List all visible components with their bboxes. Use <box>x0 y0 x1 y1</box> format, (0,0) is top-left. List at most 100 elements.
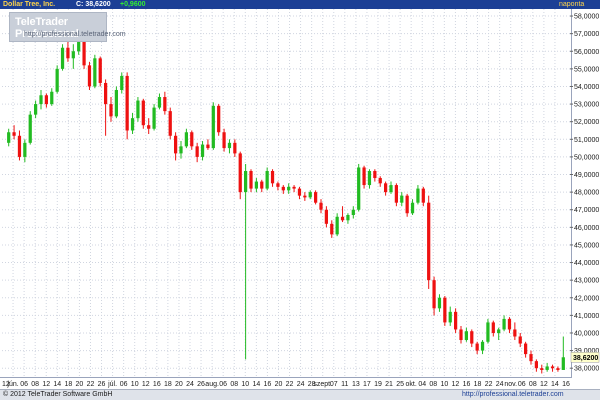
x-tick-label: 10 <box>241 381 249 388</box>
y-tick-label: 50,0000 <box>574 154 599 161</box>
candle-body <box>281 186 285 191</box>
candle-body <box>270 170 275 184</box>
candle-body <box>534 361 538 369</box>
footer-link[interactable]: http://professional.teletrader.com <box>462 390 564 400</box>
candle-body <box>190 132 194 147</box>
candle-body <box>459 329 463 341</box>
x-tick-label: 16 <box>562 381 570 388</box>
x-tick-label: 25 <box>396 381 404 388</box>
y-tick-label: 48,0000 <box>574 190 599 197</box>
candle-body <box>432 280 436 309</box>
last-price-label: 38,6200 <box>573 355 598 362</box>
x-tick-label: 18 <box>474 381 482 388</box>
x-tick-label: 14 <box>53 381 61 388</box>
candle-body <box>346 215 350 221</box>
candle-body <box>125 75 129 131</box>
x-tick-label: 20 <box>275 381 283 388</box>
y-tick-label: 45,0000 <box>574 242 599 249</box>
candle-body <box>308 192 312 198</box>
candle-body <box>545 366 549 370</box>
candle-body <box>17 135 22 157</box>
x-tick-label: 24 <box>496 381 504 388</box>
candle-body <box>174 135 178 154</box>
x-tick-label: 06 <box>120 381 128 388</box>
candle-body <box>561 357 565 370</box>
candle-body <box>60 47 65 69</box>
candle-body <box>448 311 452 323</box>
candle-body <box>211 105 215 149</box>
candlestick-chart[interactable]: 38,000039,000040,000041,000042,000043,00… <box>0 0 600 400</box>
candle-body <box>136 100 140 119</box>
x-tick-label: 24 <box>186 381 194 388</box>
x-tick-label: 22 <box>286 381 294 388</box>
candle-body <box>276 183 280 187</box>
y-tick-label: 53,0000 <box>574 102 599 109</box>
candle-body <box>330 223 334 235</box>
y-tick-label: 51,0000 <box>574 137 599 144</box>
candle-body <box>518 336 522 344</box>
candle-body <box>287 186 291 191</box>
plot-area[interactable]: 38,0000 39,0000 40,0000 41,0000 42,0000 43,00… <box>0 9 599 388</box>
candle-body <box>373 170 377 179</box>
y-tick-label: 55,0000 <box>574 66 599 73</box>
candle-body <box>405 195 409 214</box>
candle-body <box>163 97 167 112</box>
candle-body <box>238 153 242 193</box>
x-tick-label: júl. <box>107 381 117 388</box>
y-tick-label: 47,0000 <box>574 207 599 214</box>
candle-body <box>7 132 11 143</box>
y-axis: 38,000039,000040,000041,000042,000043,00… <box>570 14 599 373</box>
x-tick-label: 18 <box>64 381 72 388</box>
candle-body <box>443 297 447 323</box>
candle-body <box>524 343 528 355</box>
x-tick-label: 22 <box>485 381 493 388</box>
candle-body <box>357 167 361 210</box>
x-tick-label: 16 <box>153 381 161 388</box>
candle-body <box>454 311 458 330</box>
candle-body <box>265 170 269 189</box>
candle-body <box>109 104 113 117</box>
candle-body <box>200 144 205 157</box>
candle-body <box>12 132 16 136</box>
y-tick-label: 43,0000 <box>574 278 599 285</box>
candle-body <box>437 297 442 309</box>
x-tick-label: 10 <box>131 381 139 388</box>
candle-body <box>464 331 468 341</box>
candle-body <box>394 185 398 203</box>
x-tick-label: jún. <box>6 381 18 388</box>
candle-body <box>141 100 145 126</box>
footer-bar: © 2012 TeleTrader Software GmbH http://p… <box>0 389 600 400</box>
x-tick-label: 12 <box>540 381 548 388</box>
candle-body <box>556 368 560 370</box>
y-tick-label: 42,0000 <box>574 295 599 302</box>
x-axis: 12jún. 06 08 12 14 18 20 22 26 júl. 06 10 12 16 18 20 24… <box>2 381 570 388</box>
y-tick-label: 49,0000 <box>574 172 599 179</box>
candle-body <box>34 104 38 115</box>
x-tick-label: 16 <box>463 381 471 388</box>
y-tick-label: 56,0000 <box>574 49 599 56</box>
candles-group <box>7 33 565 374</box>
candle-body <box>44 95 48 105</box>
candle-body <box>340 216 345 221</box>
x-tick-label: 08 <box>230 381 238 388</box>
x-tick-label: aug. <box>205 381 219 388</box>
candle-body <box>120 75 124 90</box>
candle-body <box>260 181 264 189</box>
candle-body <box>66 47 70 59</box>
x-tick-label: 20 <box>76 381 84 388</box>
candle-body <box>23 142 27 157</box>
candle-body <box>130 118 135 131</box>
candle-body <box>249 170 253 189</box>
copyright-text: © 2012 TeleTrader Software GmbH <box>3 391 113 398</box>
candle-body <box>480 341 485 351</box>
x-tick-label: 06 <box>219 381 227 388</box>
x-tick-label: 14 <box>252 381 260 388</box>
x-tick-label: 04 <box>418 381 426 388</box>
candle-body <box>367 170 372 186</box>
x-tick-label: 26 <box>98 381 106 388</box>
x-tick-label: 12 <box>142 381 150 388</box>
candle-body <box>507 318 512 330</box>
candle-body <box>491 322 495 333</box>
candle-body <box>351 209 355 216</box>
x-tick-label: 08 <box>529 381 537 388</box>
